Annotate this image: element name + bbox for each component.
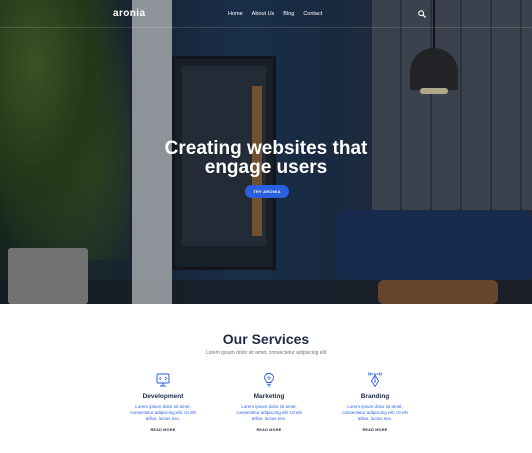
monitor-code-icon (156, 373, 170, 387)
top-navbar: aronia Home About Us Blog Contact (0, 0, 532, 28)
pen-tool-icon (368, 372, 382, 388)
nav-link-home[interactable]: Home (228, 11, 243, 17)
service-name: Branding (360, 393, 390, 400)
lightbulb-icon (264, 373, 274, 387)
nav-menu: Home About Us Blog Contact (228, 11, 322, 17)
nav-link-blog[interactable]: Blog (283, 11, 294, 17)
service-description: Lorem ipsum dolor sit amet, consectetur … (236, 404, 302, 421)
hero-title-line-1: Creating websites that (164, 138, 368, 159)
read-more-link[interactable]: READ MORE (118, 428, 208, 432)
read-more-link[interactable]: READ MORE (330, 428, 420, 432)
hero-title: Creating websites that engage users (0, 139, 532, 177)
try-aronia-button[interactable]: TRY ARONIA (245, 185, 289, 198)
services-subtitle: Lorem ipsum dolor sit amet, consectetur … (205, 350, 327, 356)
services-heading: Our Services (222, 331, 310, 347)
site-logo[interactable]: aronia (113, 8, 145, 19)
service-card-development: Development Lorem ipsum dolor sit amet, … (118, 372, 208, 432)
service-card-marketing: Marketing Lorem ipsum dolor sit amet, co… (224, 372, 314, 432)
service-name: Marketing (253, 393, 285, 400)
nav-link-about[interactable]: About Us (252, 11, 275, 17)
service-description: Lorem ipsum dolor sit amet, consectetur … (130, 404, 196, 421)
service-description: Lorem ipsum dolor sit amet, consectetur … (342, 404, 408, 421)
service-card-branding: Branding Lorem ipsum dolor sit amet, con… (330, 372, 420, 432)
hero-title-line-2: engage users (204, 157, 328, 178)
nav-link-contact[interactable]: Contact (303, 11, 322, 17)
search-icon[interactable] (418, 10, 426, 18)
hero-section: aronia Home About Us Blog Contact Creati… (0, 0, 532, 304)
service-name: Development (142, 393, 184, 400)
read-more-link[interactable]: READ MORE (224, 428, 314, 432)
